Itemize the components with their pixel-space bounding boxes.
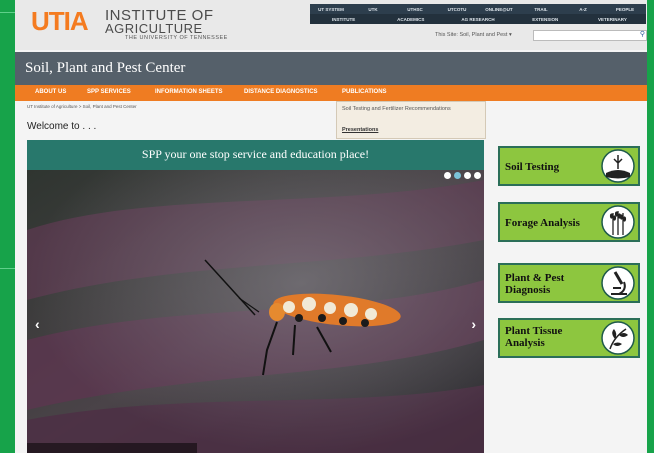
moth-photo (27, 170, 484, 453)
logo-line3: THE UNIVERSITY OF TENNESSEE (125, 35, 228, 41)
top-link[interactable]: TRAIL (520, 7, 562, 12)
dropdown-item-soil-testing[interactable]: Soil Testing and Fertilizer Recommendati… (342, 106, 462, 113)
soil-testing-button[interactable]: Soil Testing (498, 146, 640, 186)
site-search-scope[interactable]: This Site: Soil, Plant and Pest ▾ (435, 32, 512, 38)
top-link[interactable]: A-Z (562, 7, 604, 12)
prev-arrow-icon[interactable]: ‹ (35, 316, 40, 332)
search-icon[interactable]: ⚲ (640, 30, 645, 38)
service-label-line: Plant & Pest (505, 272, 565, 284)
top-links: UT SYSTEM UTK UTHSC UTCOTU ONLINE@UT TRA… (310, 4, 646, 24)
top-link[interactable]: ONLINE@UT (478, 7, 520, 12)
service-label: Soil Testing (505, 161, 560, 173)
slider-dot-active[interactable] (454, 172, 461, 179)
top-link[interactable]: UTK (352, 7, 394, 12)
main-nav: ABOUT US SPP SERVICES INFORMATION SHEETS… (15, 85, 647, 101)
service-label-line: Analysis (505, 337, 545, 349)
forage-analysis-button[interactable]: Forage Analysis (498, 202, 640, 242)
slider-dot[interactable] (444, 172, 451, 179)
next-arrow-icon[interactable]: › (471, 316, 476, 332)
slider-caption (27, 443, 197, 453)
service-label: Plant Tissue Analysis (505, 325, 562, 349)
wheat-icon (601, 205, 635, 239)
plant-pest-diagnosis-button[interactable]: Plant & Pest Diagnosis (498, 263, 640, 303)
top-link[interactable]: UT SYSTEM (310, 7, 352, 12)
service-label: Forage Analysis (505, 217, 580, 229)
background-stripe (0, 12, 15, 13)
utia-logo[interactable]: UTIA (31, 8, 89, 34)
nav-item-distance-diagnostics[interactable]: DISTANCE DIAGNOSTICS (244, 89, 318, 95)
service-label-line: Plant Tissue (505, 325, 563, 337)
nav-item-publications[interactable]: PUBLICATIONS (342, 89, 387, 95)
nav-item-info-sheets[interactable]: INFORMATION SHEETS (155, 89, 223, 95)
top-link[interactable]: VETERINARY (579, 17, 646, 22)
top-link[interactable]: EXTENSION (512, 17, 579, 22)
microscope-icon (601, 266, 635, 300)
search-input[interactable]: ⚲ (533, 30, 647, 41)
soil-icon (601, 149, 635, 183)
background-stripe (0, 268, 15, 269)
top-link[interactable]: AG RESEARCH (444, 17, 511, 22)
leaf-icon (601, 321, 635, 355)
breadcrumb[interactable]: UT Institute of Agriculture > Soil, Plan… (27, 104, 137, 109)
top-link[interactable]: INSTITUTE (310, 17, 377, 22)
site-title[interactable]: Soil, Plant and Pest Center (25, 60, 185, 77)
dropdown-item-presentations[interactable]: Presentations (342, 127, 378, 133)
slider-dots (444, 172, 481, 179)
slider-dot[interactable] (474, 172, 481, 179)
nav-item-about[interactable]: ABOUT US (35, 89, 66, 95)
slider-dot[interactable] (464, 172, 471, 179)
welcome-heading: Welcome to . . . (27, 121, 97, 132)
image-slider[interactable]: SPP your one stop service and education … (27, 140, 484, 453)
slider-headline-bar: SPP your one stop service and education … (27, 140, 484, 170)
site-banner: Soil, Plant and Pest Center (15, 52, 647, 85)
top-link[interactable]: PEOPLE (604, 7, 646, 12)
slider-headline: SPP your one stop service and education … (141, 147, 370, 161)
service-label-line: Diagnosis (505, 284, 551, 296)
service-label: Plant & Pest Diagnosis (505, 272, 564, 296)
web-page: UTIA INSTITUTE OF AGRICULTURE THE UNIVER… (15, 0, 647, 453)
site-header: UTIA INSTITUTE OF AGRICULTURE THE UNIVER… (15, 0, 647, 50)
top-link[interactable]: UTCOTU (436, 7, 478, 12)
logo-line2: AGRICULTURE (105, 21, 203, 36)
top-link[interactable]: ACADEMICS (377, 17, 444, 22)
plant-tissue-analysis-button[interactable]: Plant Tissue Analysis (498, 318, 640, 358)
nav-item-services[interactable]: SPP SERVICES (87, 89, 131, 95)
top-link[interactable]: UTHSC (394, 7, 436, 12)
publications-dropdown: Soil Testing and Fertilizer Recommendati… (336, 101, 486, 139)
